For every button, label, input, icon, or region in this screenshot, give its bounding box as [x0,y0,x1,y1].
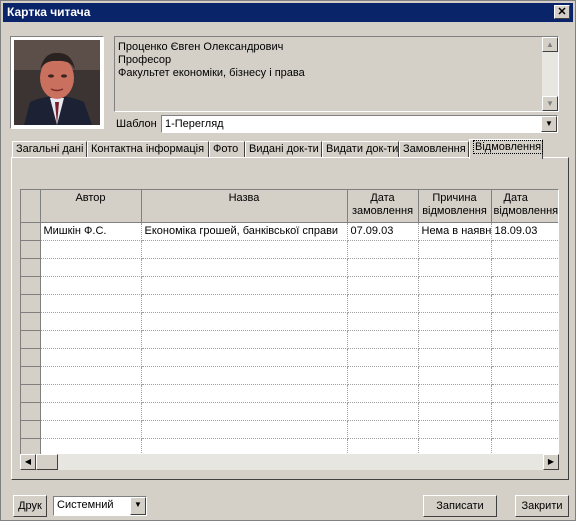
reader-faculty: Факультет економіки, бізнесу і права [118,67,305,79]
row-indicator-header [21,190,41,223]
scroll-right-icon[interactable]: ▶ [543,454,559,470]
column-header-refusal-date[interactable]: Дата відмовлення [491,190,558,223]
row-indicator[interactable] [21,222,41,241]
template-label: Шаблон [116,118,157,130]
scroll-up-icon[interactable]: ▲ [542,37,558,52]
cell-title[interactable]: Економіка грошей, банківської справи [141,222,348,241]
tab-contact-info[interactable]: Контактна інформація [87,141,209,158]
tab-orders[interactable]: Замовлення [399,141,469,158]
column-header-reason[interactable]: Причина відмовлення [418,190,492,223]
reader-card-window: Картка читача ✕ Проценко Євген Олександр… [0,0,576,521]
column-header-author[interactable]: Автор [40,190,142,223]
reader-name: Проценко Євген Олександрович [118,41,284,53]
tab-bar: Загальні дані Контактна інформація Фото … [12,139,572,159]
tab-refusals[interactable]: Відмовлення [469,139,544,159]
table-row[interactable] [21,402,558,421]
table-row[interactable] [21,348,558,367]
tab-issued-docs[interactable]: Видані док-ти [245,141,322,158]
cell-author[interactable]: Мишкін Ф.С. [40,222,142,241]
reader-photo-frame [10,36,104,129]
print-button[interactable]: Друк [13,495,47,517]
template-select[interactable]: 1-Перегляд ▼ [161,115,558,133]
table-row[interactable]: Мишкін Ф.С. Економіка грошей, банківсько… [21,222,558,241]
close-icon[interactable]: ✕ [554,5,570,19]
scroll-down-icon[interactable]: ▼ [542,96,558,111]
window-title: Картка читача [7,5,91,19]
grid-horizontal-scrollbar[interactable]: ◀ ▶ [20,454,559,470]
refusals-grid[interactable]: Автор Назва Дата замовлення Причина відмов… [20,189,559,467]
tab-general[interactable]: Загальні дані [12,141,87,158]
reader-position: Професор [118,54,172,66]
tab-photo[interactable]: Фото [209,141,245,158]
title-bar[interactable]: Картка читача ✕ [3,3,573,22]
reader-photo [14,40,100,125]
scroll-left-icon[interactable]: ◀ [20,454,36,470]
column-header-order-date[interactable]: Дата замовлення [347,190,419,223]
table-row[interactable] [21,330,558,349]
print-style-select[interactable]: Системний ▼ [53,496,147,516]
reader-info-box: Проценко Євген Олександрович Професор Фа… [114,36,559,112]
table-row[interactable] [21,258,558,277]
scroll-thumb[interactable] [36,454,58,470]
template-select-value: 1-Перегляд [165,118,224,130]
table-row[interactable] [21,276,558,295]
save-button[interactable]: Записати [423,495,497,517]
tab-issue-docs[interactable]: Видати док-ти [322,141,399,158]
table-row[interactable] [21,294,558,313]
print-style-value: Системний [57,499,114,511]
chevron-down-icon[interactable]: ▼ [541,116,557,132]
column-header-title[interactable]: Назва [141,190,348,223]
cell-refusal-date[interactable]: 18.09.03 [491,222,558,241]
info-scrollbar[interactable]: ▲ ▼ [542,37,558,111]
table-row[interactable] [21,240,558,259]
table-row[interactable] [21,312,558,331]
close-button[interactable]: Закрити [515,495,569,517]
table-row[interactable] [21,384,558,403]
reader-portrait-image [14,40,100,125]
table-row[interactable] [21,420,558,439]
chevron-down-icon[interactable]: ▼ [130,497,146,515]
refusals-panel: Автор Назва Дата замовлення Причина відмов… [11,157,569,480]
cell-reason[interactable]: Нема в наявн [418,222,492,241]
table-row[interactable] [21,366,558,385]
cell-order-date[interactable]: 07.09.03 [347,222,419,241]
